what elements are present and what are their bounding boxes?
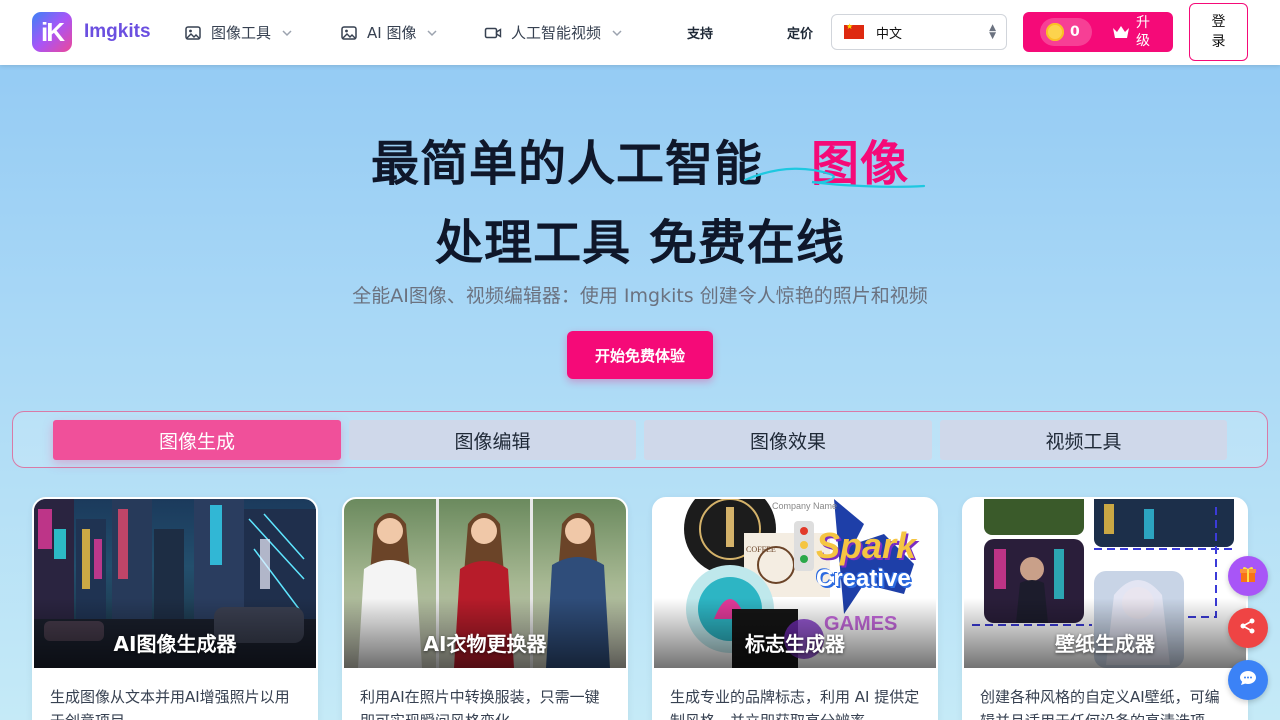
chevron-down-icon <box>281 27 293 39</box>
tab-image-editing[interactable]: 图像编辑 <box>349 420 636 460</box>
menu-label: 图像工具 <box>211 24 272 42</box>
tool-card-logo-generator[interactable]: Company Name COFFEE Spark Creative GAMES… <box>652 497 938 720</box>
spark-sample-text: Spark <box>816 525 917 566</box>
card-description: 创建各种风格的自定义AI壁纸，可编辑并且适用于任何设备的高清选项。 <box>980 688 1220 720</box>
card-title: AI衣物更换器 <box>423 632 547 656</box>
upgrade-button[interactable]: 0 升级 <box>1023 12 1173 52</box>
language-value: 中文 <box>876 26 903 42</box>
brand-name: Imgkits <box>84 21 151 42</box>
gift-icon <box>1238 564 1258 588</box>
hero-subtitle: 全能AI图像、视频编辑器：使用 Imgkits 创建令人惊艳的照片和视频 <box>352 285 928 307</box>
hero-title-line1: 最简单的人工智能 图像 <box>0 124 1280 194</box>
coin-icon <box>1046 23 1064 41</box>
nav-support-link[interactable]: 支持 <box>687 0 713 65</box>
coffee-sample-text: COFFEE <box>746 545 776 554</box>
image-icon <box>184 24 202 42</box>
top-navbar: iK Imgkits 图像工具 AI 图像 人工智能视频 支持 定价 中文 ▲▼… <box>0 0 1280 65</box>
updown-chevron-icon: ▲ ▼ <box>989 23 996 41</box>
company-name-sample-text: Company Name <box>772 501 838 511</box>
menu-ai-video[interactable]: 人工智能视频 <box>484 0 623 65</box>
crown-icon <box>1112 25 1130 39</box>
hero-title-text: 最简单的人工智能 <box>370 136 763 192</box>
chat-button[interactable] <box>1228 660 1268 700</box>
creative-sample-text: Creative <box>816 565 911 592</box>
chevron-down-icon <box>611 27 623 39</box>
chevron-down-icon <box>426 27 438 39</box>
language-select[interactable]: 中文 ▲▼ <box>831 14 1007 50</box>
card-title: 标志生成器 <box>745 632 845 656</box>
coin-count: 0 <box>1070 24 1080 40</box>
upgrade-label: 升级 <box>1136 15 1150 49</box>
tab-video-tools[interactable]: 视频工具 <box>940 420 1227 460</box>
tool-card-ai-image-generator[interactable]: AI图像生成器 生成图像从文本并用AI增强照片以用于创意项目。 <box>32 497 318 720</box>
card-title: 壁纸生成器 <box>1055 632 1155 656</box>
card-title: AI图像生成器 <box>113 632 237 656</box>
brand-logo[interactable]: iK Imgkits <box>32 12 151 52</box>
tab-image-generation[interactable]: 图像生成 <box>53 420 341 460</box>
card-description: 生成专业的品牌标志，利用 AI 提供定制风格，并立即获取高分辨率。 <box>670 688 920 720</box>
login-button[interactable]: 登录 <box>1189 3 1248 61</box>
gift-button[interactable] <box>1228 556 1268 596</box>
menu-label: 人工智能视频 <box>511 24 602 42</box>
china-flag-icon <box>844 22 864 39</box>
hero-title-line2: 处理工具 免费在线 <box>435 215 845 271</box>
highlight-swoosh-decoration <box>743 167 926 188</box>
video-icon <box>484 24 502 42</box>
card-description: 生成图像从文本并用AI增强照片以用于创意项目。 <box>50 688 290 720</box>
menu-ai-image[interactable]: AI 图像 <box>340 0 438 65</box>
logo-mark-icon: iK <box>32 12 72 52</box>
coin-balance: 0 <box>1040 18 1092 46</box>
chat-icon <box>1238 668 1258 692</box>
category-tabs: 图像生成 图像编辑 图像效果 视频工具 <box>12 411 1268 468</box>
menu-label: AI 图像 <box>367 24 417 42</box>
image-icon <box>340 24 358 42</box>
card-description: 利用AI在照片中转换服装，只需一键即可实现瞬间风格变化。 <box>360 688 600 720</box>
tool-card-wallpaper-generator[interactable]: 壁纸生成器 创建各种风格的自定义AI壁纸，可编辑并且适用于任何设备的高清选项。 <box>962 497 1248 720</box>
nav-pricing-link[interactable]: 定价 <box>787 0 813 65</box>
tool-card-ai-clothes-changer[interactable]: AI衣物更换器 利用AI在照片中转换服装，只需一键即可实现瞬间风格变化。 <box>342 497 628 720</box>
tab-image-effects[interactable]: 图像效果 <box>644 420 932 460</box>
menu-image-tools[interactable]: 图像工具 <box>184 0 293 65</box>
start-free-button[interactable]: 开始免费体验 <box>567 331 713 379</box>
